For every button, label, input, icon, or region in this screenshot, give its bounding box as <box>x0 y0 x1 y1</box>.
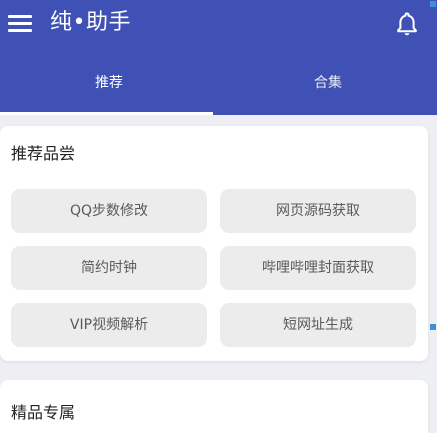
tab-selected-indicator <box>0 112 213 115</box>
tab-collection[interactable]: 合集 <box>219 52 437 115</box>
app-bar: 纯•助手 推荐 合集 <box>0 0 437 115</box>
section-card-recommended: 推荐品尝 QQ步数修改 网页源码获取 简约时钟 哔哩哔哩封面获取 VIP视频解析… <box>0 126 428 361</box>
bell-icon[interactable] <box>395 11 419 37</box>
section-card-premium: 精品专属 <box>0 380 428 433</box>
qq-steps-modify-button[interactable]: QQ步数修改 <box>11 189 207 233</box>
tab-recommend-label: 推荐 <box>95 75 123 91</box>
hamburger-menu-icon[interactable] <box>6 12 34 34</box>
app-screen: 纯•助手 推荐 合集 推荐品尝 QQ步数修改 网页源码获取 简约时钟 哔哩哔哩封… <box>0 0 437 433</box>
section-title: 精品专属 <box>11 403 76 422</box>
webpage-source-fetch-button[interactable]: 网页源码获取 <box>220 189 416 233</box>
tab-bar: 推荐 合集 <box>0 52 437 115</box>
toolbar: 纯•助手 <box>0 0 437 52</box>
simple-clock-button[interactable]: 简约时钟 <box>11 246 207 290</box>
tab-recommend[interactable]: 推荐 <box>0 52 218 115</box>
app-title: 纯•助手 <box>50 10 131 35</box>
tab-collection-label: 合集 <box>314 75 342 91</box>
edge-marker-middle <box>430 324 436 330</box>
vip-video-parse-button[interactable]: VIP视频解析 <box>11 303 207 347</box>
bilibili-cover-fetch-button[interactable]: 哔哩哔哩封面获取 <box>220 246 416 290</box>
section-title: 推荐品尝 <box>11 144 76 163</box>
short-url-generate-button[interactable]: 短网址生成 <box>220 303 416 347</box>
edge-marker-top <box>430 1 436 7</box>
